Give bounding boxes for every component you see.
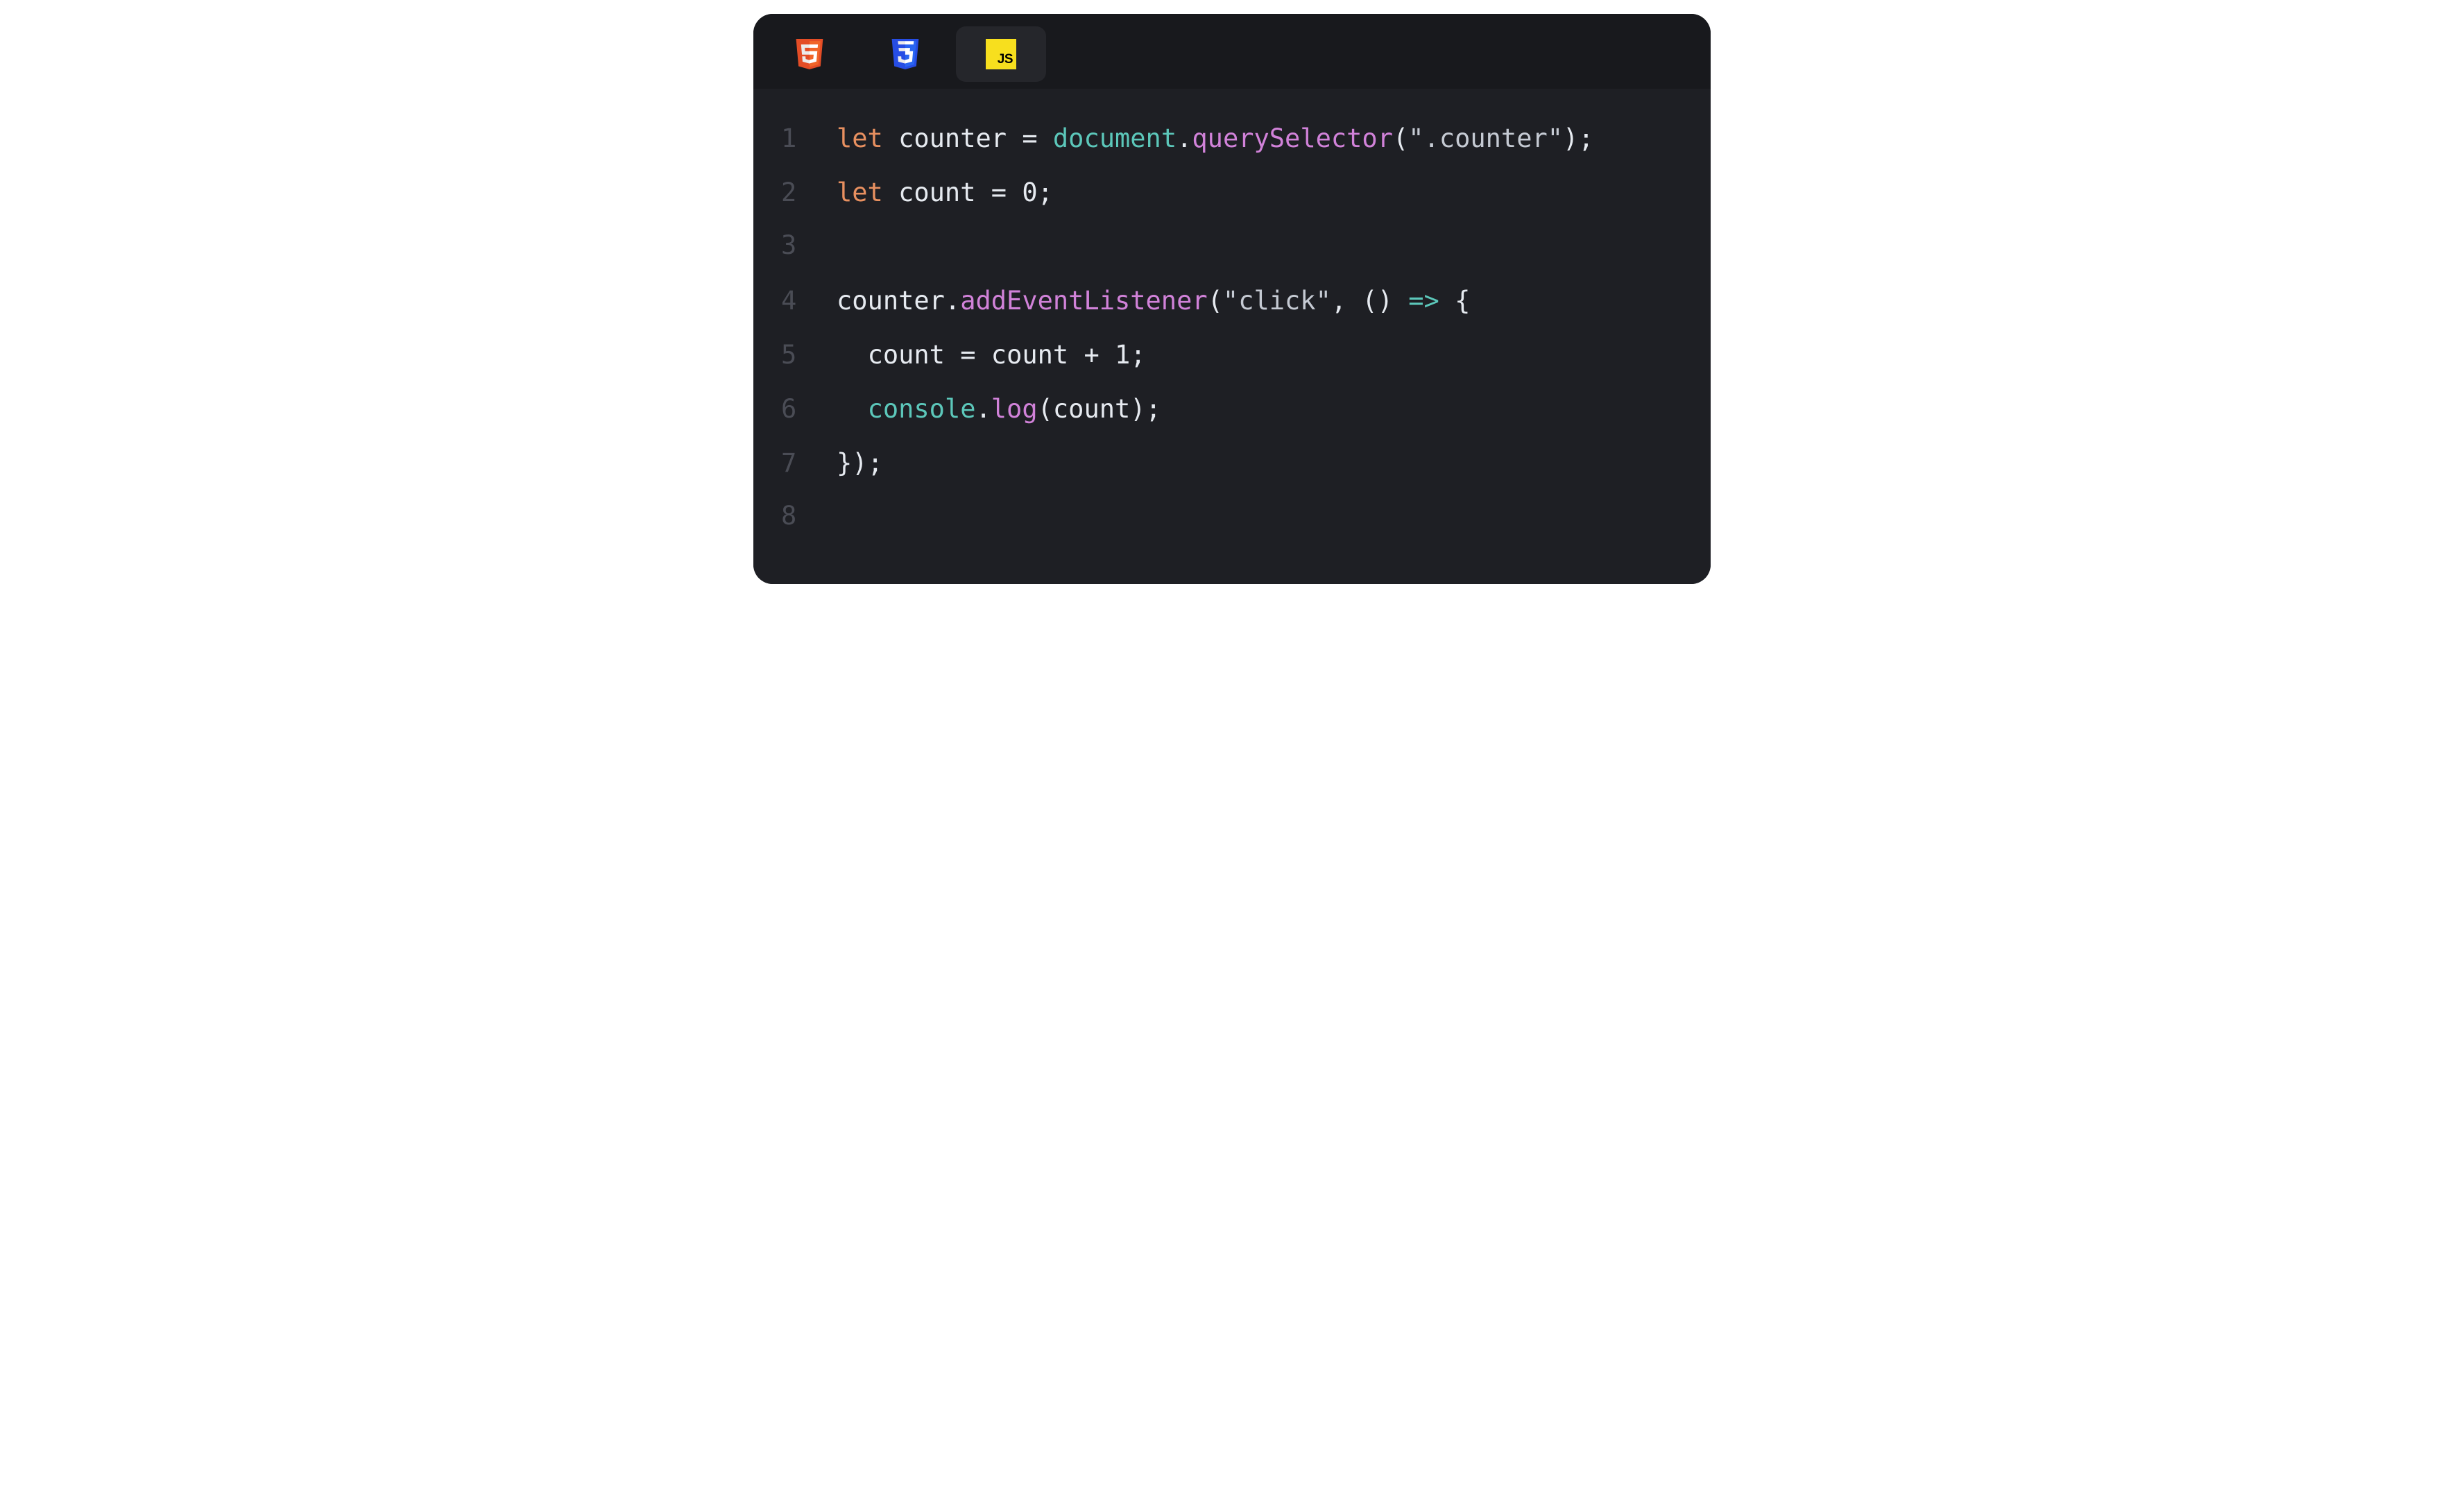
tab-html[interactable]	[764, 26, 855, 82]
code-line-3: 3	[781, 230, 1683, 284]
tab-js[interactable]: JS	[956, 26, 1046, 82]
line-number: 2	[781, 178, 837, 207]
code-line-8: 8	[781, 501, 1683, 555]
line-number: 1	[781, 123, 837, 153]
code-text: console.log(count);	[837, 393, 1161, 426]
line-number: 4	[781, 286, 837, 316]
code-line-7: 7 });	[781, 447, 1683, 501]
html5-icon	[794, 39, 825, 69]
tab-bar: JS	[753, 14, 1711, 89]
css3-icon	[890, 39, 921, 69]
code-editor: JS 1 let counter = document.querySelecto…	[753, 14, 1711, 584]
line-number: 8	[781, 501, 837, 531]
code-text: let count = 0;	[837, 176, 1053, 209]
line-number: 3	[781, 230, 837, 260]
code-line-4: 4 counter.addEventListener("click", () =…	[781, 284, 1683, 338]
code-text: counter.addEventListener("click", () => …	[837, 284, 1470, 318]
line-number: 6	[781, 394, 837, 424]
line-number: 7	[781, 448, 837, 478]
code-line-5: 5 count = count + 1;	[781, 338, 1683, 393]
tab-css[interactable]	[860, 26, 950, 82]
code-line-1: 1 let counter = document.querySelector("…	[781, 122, 1683, 176]
code-area[interactable]: 1 let counter = document.querySelector("…	[753, 89, 1711, 584]
js-icon: JS	[986, 39, 1016, 69]
code-line-6: 6 console.log(count);	[781, 393, 1683, 447]
code-text: count = count + 1;	[837, 338, 1146, 372]
js-icon-label: JS	[998, 52, 1013, 67]
line-number: 5	[781, 340, 837, 370]
code-text: let counter = document.querySelector(".c…	[837, 122, 1594, 155]
code-text: });	[837, 447, 883, 480]
code-line-2: 2 let count = 0;	[781, 176, 1683, 230]
